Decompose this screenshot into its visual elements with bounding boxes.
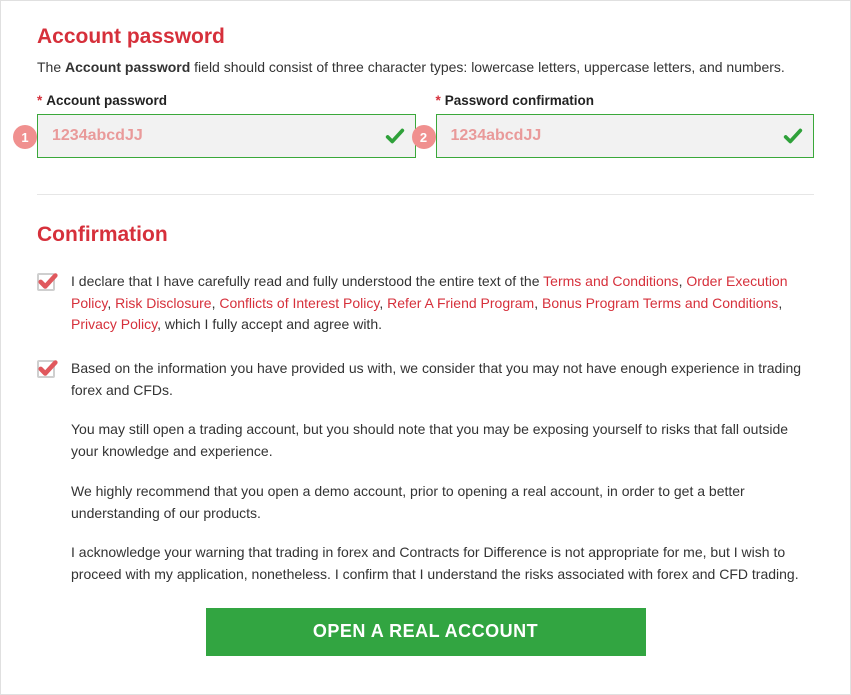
conflicts-of-interest-link[interactable]: Conflicts of Interest Policy — [219, 295, 379, 311]
password-section-description: The Account password field should consis… — [37, 59, 814, 75]
terms-and-conditions-link[interactable]: Terms and Conditions — [543, 273, 678, 289]
risk-acknowledgement-checkbox[interactable] — [37, 360, 55, 378]
privacy-policy-link[interactable]: Privacy Policy — [71, 316, 157, 332]
open-real-account-button[interactable]: OPEN A REAL ACCOUNT — [206, 608, 646, 656]
declaration-checkbox[interactable] — [37, 273, 55, 291]
password-confirmation-label: *Password confirmation — [436, 93, 815, 108]
password-confirmation-input[interactable] — [436, 114, 815, 158]
account-password-input[interactable] — [37, 114, 416, 158]
risk-disclosure-link[interactable]: Risk Disclosure — [115, 295, 211, 311]
checkmark-icon — [782, 125, 804, 147]
risk-acknowledgement-row: Based on the information you have provid… — [37, 358, 814, 586]
password-section-title: Account password — [37, 25, 814, 49]
step-badge-2: 2 — [412, 125, 436, 149]
risk-acknowledgement-text: Based on the information you have provid… — [71, 358, 814, 586]
divider — [37, 194, 814, 195]
bonus-program-terms-link[interactable]: Bonus Program Terms and Conditions — [542, 295, 778, 311]
account-password-label: *Account password — [37, 93, 416, 108]
refer-a-friend-link[interactable]: Refer A Friend Program — [387, 295, 534, 311]
checkmark-icon — [384, 125, 406, 147]
confirmation-section-title: Confirmation — [37, 223, 814, 247]
declaration-checkbox-row: I declare that I have carefully read and… — [37, 271, 814, 336]
password-confirmation-field: 2 *Password confirmation — [436, 93, 815, 158]
step-badge-1: 1 — [13, 125, 37, 149]
account-password-field: 1 *Account password — [37, 93, 416, 158]
declaration-text: I declare that I have carefully read and… — [71, 271, 814, 336]
